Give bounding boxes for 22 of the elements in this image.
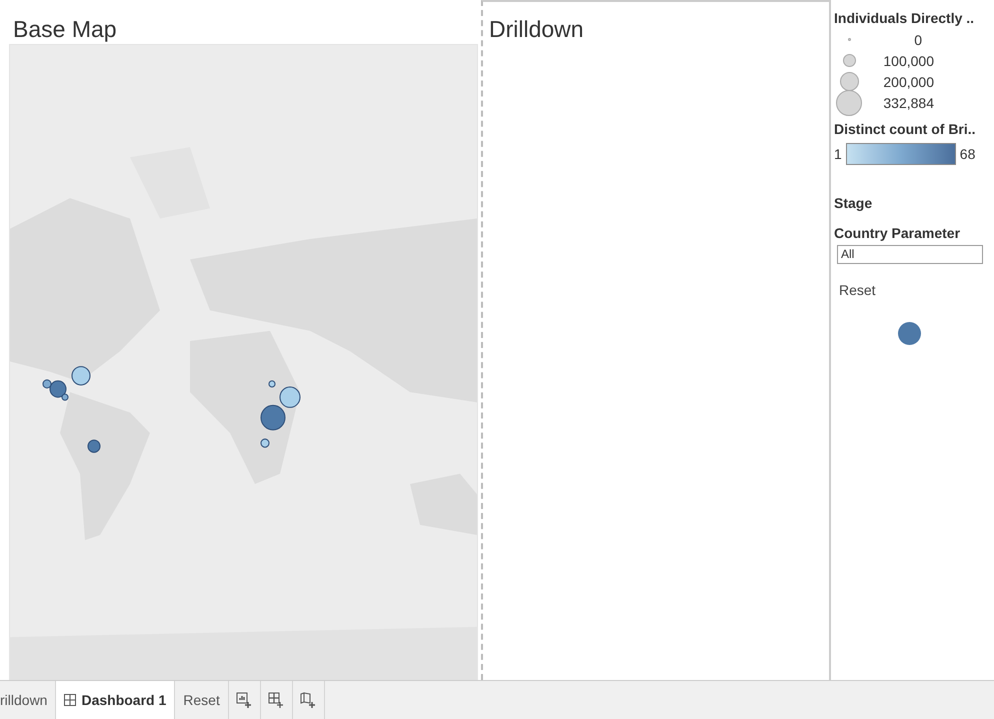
color-min-label: 1 (834, 146, 842, 162)
grid-icon (64, 694, 76, 706)
color-max-label: 68 (960, 146, 976, 162)
size-legend-value: 200,000 (882, 74, 934, 90)
color-legend-title: Distinct count of Bri.. (834, 121, 977, 137)
size-legend-title: Individuals Directly .. (834, 10, 976, 26)
reset-label[interactable]: Reset (839, 282, 994, 298)
parameter-field[interactable]: All (837, 245, 983, 264)
size-legend-value: 100,000 (882, 52, 934, 68)
map-title: Base Map (12, 15, 118, 44)
parameter-label: Country Parameter (834, 225, 962, 241)
drilldown-title: Drilldown (488, 15, 585, 44)
size-legend-value: 0 (913, 32, 922, 48)
size-symbol-icon (840, 72, 858, 91)
size-symbol-icon (848, 38, 850, 41)
sheet-tab[interactable]: Reset (175, 681, 229, 719)
size-legend-value: 332,884 (882, 94, 934, 110)
size-symbol-icon (836, 90, 862, 116)
size-symbol-icon (842, 54, 856, 67)
sheet-tab[interactable]: Dashboard 1 (56, 681, 176, 719)
stage-label: Stage (834, 195, 874, 211)
reset-mark-icon[interactable] (898, 322, 921, 345)
